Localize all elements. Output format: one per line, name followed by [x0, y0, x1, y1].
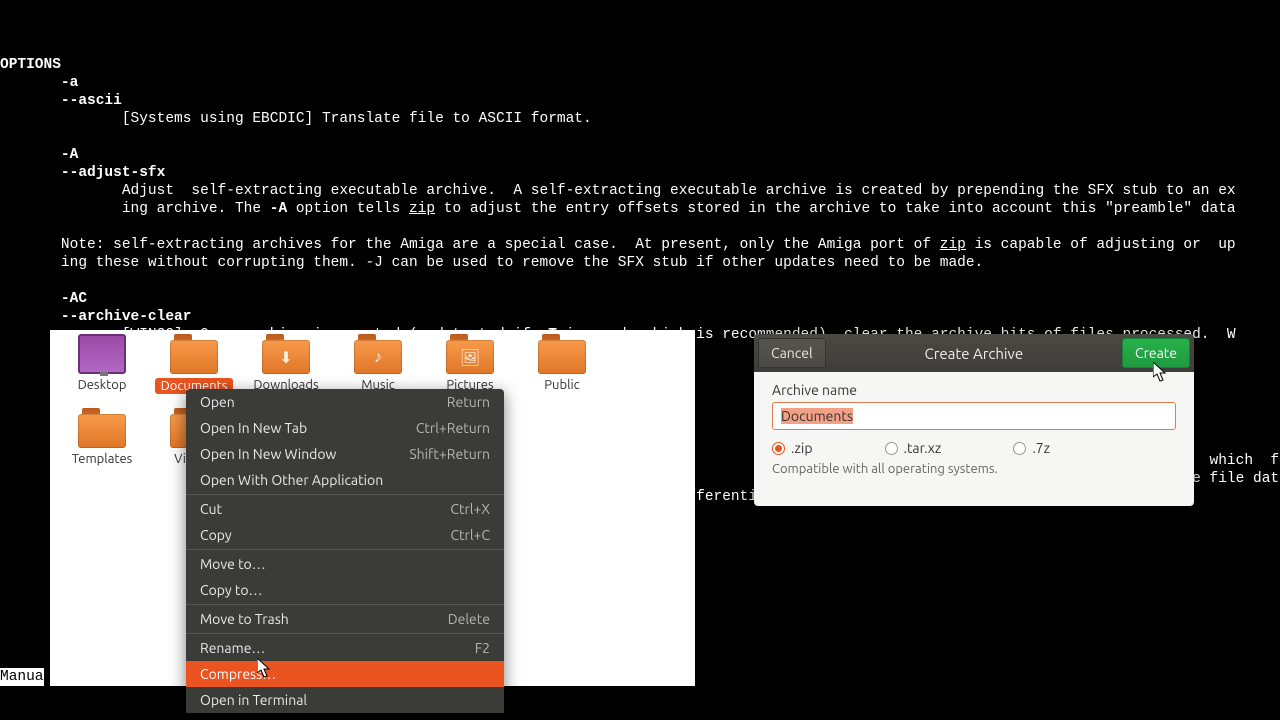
public-folder[interactable]: Public — [516, 332, 608, 406]
menu-open-new-window[interactable]: Open In New WindowShift+Return — [186, 441, 504, 467]
menu-separator — [186, 604, 504, 605]
menu-move-to[interactable]: Move to… — [186, 551, 504, 577]
menu-cut[interactable]: CutCtrl+X — [186, 496, 504, 522]
radio-icon — [1013, 442, 1026, 455]
folder-context-menu: OpenReturn Open In New TabCtrl+Return Op… — [186, 389, 504, 713]
menu-separator — [186, 633, 504, 634]
menu-copy-to[interactable]: Copy to… — [186, 577, 504, 603]
menu-compress[interactable]: Compress… — [186, 661, 504, 687]
create-button[interactable]: Create — [1122, 338, 1190, 368]
menu-open-new-tab[interactable]: Open In New TabCtrl+Return — [186, 415, 504, 441]
desktop-folder[interactable]: Desktop — [56, 332, 148, 406]
create-archive-dialog: Cancel Create Archive Create Archive nam… — [754, 334, 1194, 506]
archive-name-label: Archive name — [772, 382, 1176, 398]
folder-icon — [170, 334, 218, 374]
format-radio-group: .zip .tar.xz .7z — [772, 440, 1176, 456]
icon-label: Desktop — [78, 378, 127, 392]
cancel-button[interactable]: Cancel — [758, 338, 826, 368]
folder-icon: 🖼 — [446, 334, 494, 374]
folder-icon — [538, 334, 586, 374]
desktop-icon — [78, 334, 126, 374]
menu-copy[interactable]: CopyCtrl+C — [186, 522, 504, 548]
folder-icon: ♪ — [354, 334, 402, 374]
icon-label: Templates — [72, 452, 133, 466]
menu-open[interactable]: OpenReturn — [186, 389, 504, 415]
folder-icon — [78, 408, 126, 448]
radio-icon — [885, 442, 898, 455]
radio-icon — [772, 442, 785, 455]
menu-move-to-trash[interactable]: Move to TrashDelete — [186, 606, 504, 632]
menu-separator — [186, 494, 504, 495]
dialog-header: Cancel Create Archive Create — [754, 334, 1194, 372]
format-zip[interactable]: .zip — [772, 440, 813, 456]
folder-icon: ⬇ — [262, 334, 310, 374]
menu-open-with-other[interactable]: Open With Other Application — [186, 467, 504, 493]
menu-separator — [186, 549, 504, 550]
templates-folder[interactable]: Templates — [56, 406, 148, 480]
manpage-statusbar: Manua — [0, 668, 44, 686]
dialog-title: Create Archive — [826, 345, 1122, 362]
format-tarxz[interactable]: .tar.xz — [885, 440, 942, 456]
archive-name-input[interactable]: Documents — [772, 402, 1176, 430]
menu-open-in-terminal[interactable]: Open in Terminal — [186, 687, 504, 713]
menu-rename[interactable]: Rename…F2 — [186, 635, 504, 661]
icon-label: Public — [544, 378, 579, 392]
format-7z[interactable]: .7z — [1013, 440, 1050, 456]
format-help-text: Compatible with all operating systems. — [772, 462, 1176, 476]
